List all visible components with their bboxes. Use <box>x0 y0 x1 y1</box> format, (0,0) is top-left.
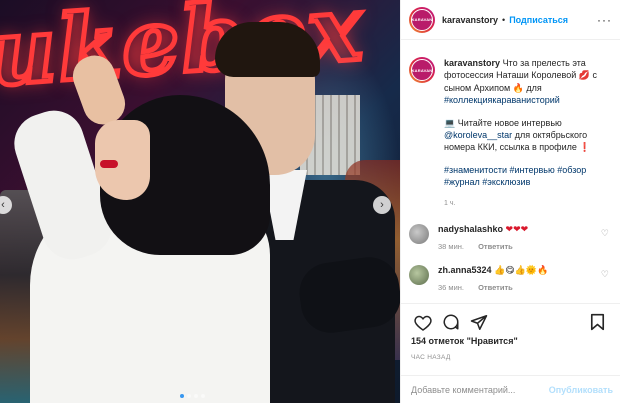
hashtags-link[interactable]: #знаменитости #интервью #обзор #журнал #… <box>444 165 586 187</box>
avatar[interactable]: KARAVAN <box>409 6 435 33</box>
woman-lips <box>100 160 118 168</box>
comment-username[interactable]: zh.anna5324 <box>438 265 492 275</box>
caption-gap <box>444 107 611 117</box>
post-header: KARAVAN karavanstory • Подписаться ··· <box>401 0 620 40</box>
mention-link[interactable]: @koroleva__star <box>444 130 512 140</box>
comment-item: zh.anna5324 👍😋👍🌞🔥 36 мин. Ответить ♡ <box>409 265 611 292</box>
follow-button[interactable]: Подписаться <box>509 15 568 25</box>
comment-meta: 38 мин. Ответить <box>438 242 528 251</box>
header-username[interactable]: karavanstory <box>442 15 498 25</box>
header-separator: • <box>502 14 506 25</box>
share-icon[interactable] <box>467 312 491 332</box>
post-comment-button[interactable]: Опубликовать <box>549 385 613 395</box>
like-icon[interactable] <box>411 312 435 332</box>
action-icons <box>411 312 613 332</box>
comment-body: zh.anna5324 👍😋👍🌞🔥 36 мин. Ответить <box>438 265 548 292</box>
avatar-logo: KARAVAN <box>411 8 433 31</box>
caption-text: karavanstory Что за прелесть эта фотосес… <box>444 57 611 210</box>
likes-count[interactable]: 154 отметок "Нравится" <box>411 336 518 346</box>
caption-time[interactable]: 1 ч. <box>444 198 611 210</box>
post-sidebar: KARAVAN karavanstory • Подписаться ··· K… <box>400 0 620 403</box>
comment-text: ❤❤❤ <box>505 224 529 235</box>
lips-emoji: 💋 <box>578 70 590 81</box>
carousel-dot <box>194 394 198 398</box>
hashtag-link[interactable]: #коллекциякараванисторий <box>444 95 560 105</box>
comments-scroll[interactable]: KARAVAN karavanstory Что за прелесть эта… <box>401 41 620 303</box>
more-options-icon[interactable]: ··· <box>597 13 612 27</box>
caption-text-3: для <box>526 82 542 93</box>
caption: KARAVAN karavanstory Что за прелесть эта… <box>409 57 611 210</box>
reply-button[interactable]: Ответить <box>478 283 513 292</box>
comment-time[interactable]: 36 мин. <box>438 283 464 292</box>
carousel-next-button[interactable]: › <box>373 196 391 214</box>
comment-input[interactable] <box>411 384 549 395</box>
comment-like-icon[interactable]: ♡ <box>601 269 609 280</box>
caption-gap <box>444 154 611 164</box>
post-photo[interactable]: ukebox ‹ › <box>0 0 400 403</box>
laptop-emoji: 💻 <box>444 117 456 128</box>
exclamation-emoji: ❗ <box>579 142 591 153</box>
caption-text-4: Читайте новое интервью <box>457 117 562 128</box>
likes-number: 154 отметок <box>411 336 465 346</box>
likes-label: "Нравится" <box>466 336 518 346</box>
carousel-dot <box>187 394 191 398</box>
commenter-avatar[interactable] <box>409 265 429 286</box>
comment-meta: 36 мин. Ответить <box>438 283 548 292</box>
comment-text: 👍😋👍🌞🔥 <box>494 265 549 276</box>
comment-username[interactable]: nadyshalashko <box>438 224 503 234</box>
add-comment-bar: Опубликовать <box>401 375 620 403</box>
avatar[interactable]: KARAVAN <box>409 57 435 83</box>
commenter-avatar[interactable] <box>409 224 429 245</box>
avatar-logo: KARAVAN <box>411 59 433 81</box>
comment-time[interactable]: 38 мин. <box>438 242 464 251</box>
man-hair <box>215 22 320 77</box>
carousel-dot <box>201 394 205 398</box>
comment-like-icon[interactable]: ♡ <box>601 228 609 239</box>
carousel-dot <box>180 394 184 398</box>
comment-item: nadyshalashko ❤❤❤ 38 мин. Ответить ♡ <box>409 224 611 251</box>
carousel-dots <box>180 394 205 398</box>
reply-button[interactable]: Ответить <box>478 242 513 251</box>
comment-icon[interactable] <box>439 312 463 332</box>
post-time[interactable]: ЧАС НАЗАД <box>411 354 451 361</box>
bookmark-icon[interactable] <box>585 312 609 332</box>
fire-emoji: 🔥 <box>512 82 524 93</box>
comment-body: nadyshalashko ❤❤❤ 38 мин. Ответить <box>438 224 528 251</box>
caption-username[interactable]: karavanstory <box>444 58 500 68</box>
